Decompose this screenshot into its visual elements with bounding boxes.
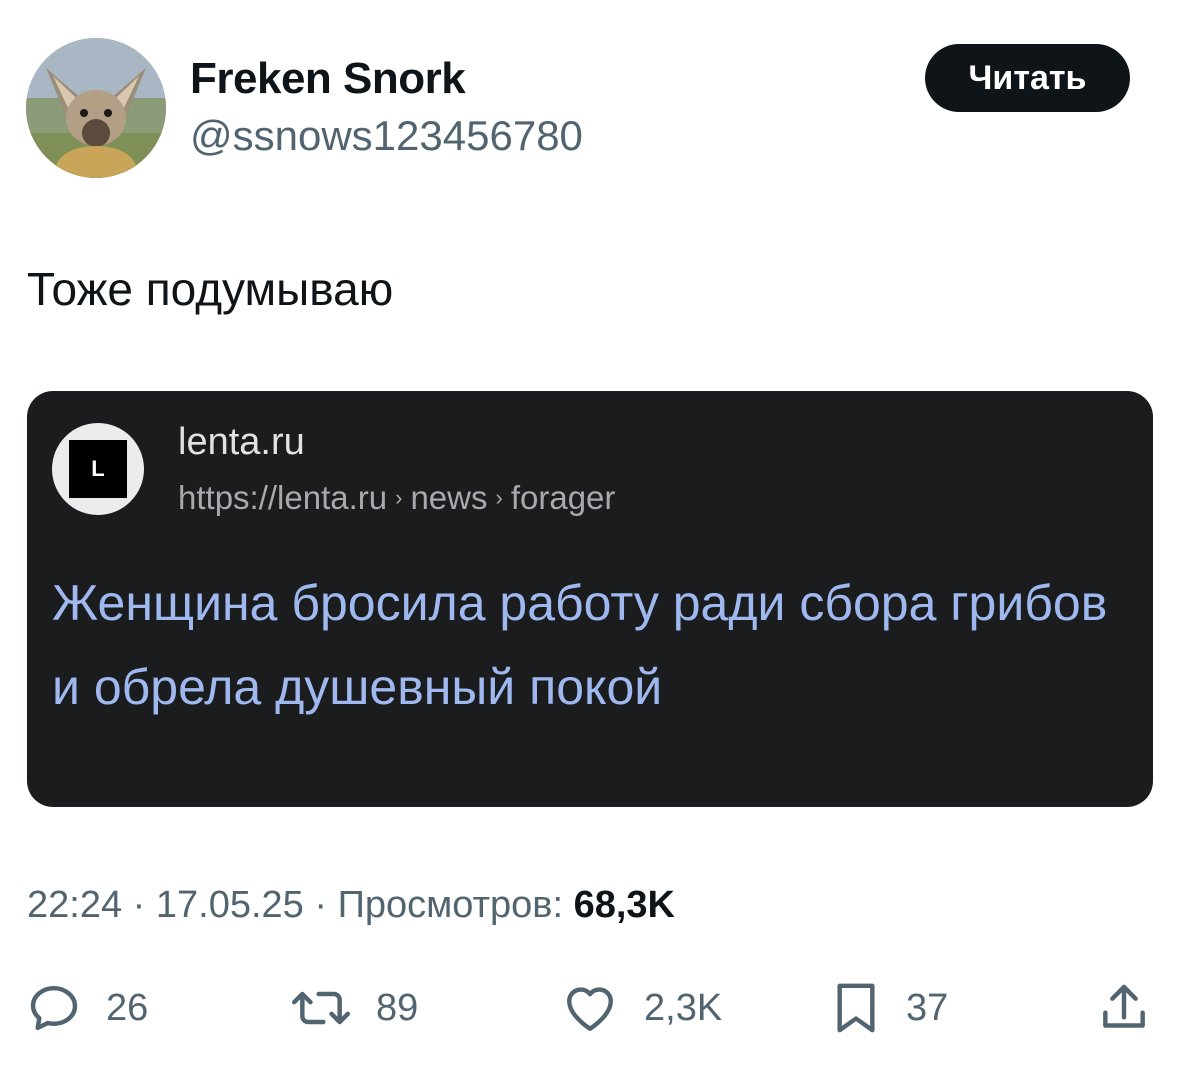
tweet-meta: 22:24 · 17.05.25 · Просмотров: 68,3K [27, 884, 675, 927]
url-domain: https://lenta.ru [178, 479, 388, 516]
repost-count: 89 [376, 986, 419, 1029]
views-label: Просмотров: [337, 884, 563, 926]
tweet-time[interactable]: 22:24 [27, 884, 122, 926]
tweet-text: Тоже подумываю [27, 263, 394, 315]
url-path-forager: forager [510, 479, 616, 516]
reply-button[interactable]: 26 [26, 980, 148, 1036]
reply-count: 26 [106, 986, 149, 1029]
tweet-media-image[interactable]: L lenta.ru https://lenta.ru › news › forager… [27, 391, 1153, 807]
url-separator: › [495, 485, 503, 510]
article-headline: Женщина бросила работу ради сбора грибов… [52, 575, 1108, 715]
share-button[interactable] [1096, 980, 1152, 1036]
heart-icon [567, 987, 613, 1031]
reply-icon [30, 985, 78, 1031]
meta-dot: · [314, 884, 328, 926]
site-name: lenta.ru [178, 421, 305, 463]
bookmark-button[interactable]: 37 [830, 980, 948, 1036]
share-icon [1103, 984, 1145, 1028]
site-logo-letter: L [69, 440, 127, 498]
display-name[interactable]: Freken Snork [190, 54, 466, 104]
views-count[interactable]: 68,3K [574, 884, 675, 926]
like-count: 2,3K [644, 986, 723, 1029]
tweet-date[interactable]: 17.05.25 [156, 884, 304, 926]
bat-eared-fox-avatar [26, 38, 166, 178]
repost-icon [291, 991, 351, 1025]
bookmark-count: 37 [906, 986, 949, 1029]
site-url: https://lenta.ru › news › forager [178, 479, 615, 517]
like-button[interactable]: 2,3K [560, 980, 722, 1036]
site-logo: L [52, 423, 144, 515]
url-separator: › [395, 485, 403, 510]
avatar[interactable] [26, 38, 166, 178]
follow-button[interactable]: Читать [925, 44, 1130, 112]
url-path-news: news [410, 479, 488, 516]
user-handle[interactable]: @ssnows123456780 [190, 112, 583, 160]
repost-button[interactable]: 89 [290, 980, 418, 1036]
bookmark-icon [837, 983, 875, 1033]
meta-dot: · [132, 884, 146, 926]
